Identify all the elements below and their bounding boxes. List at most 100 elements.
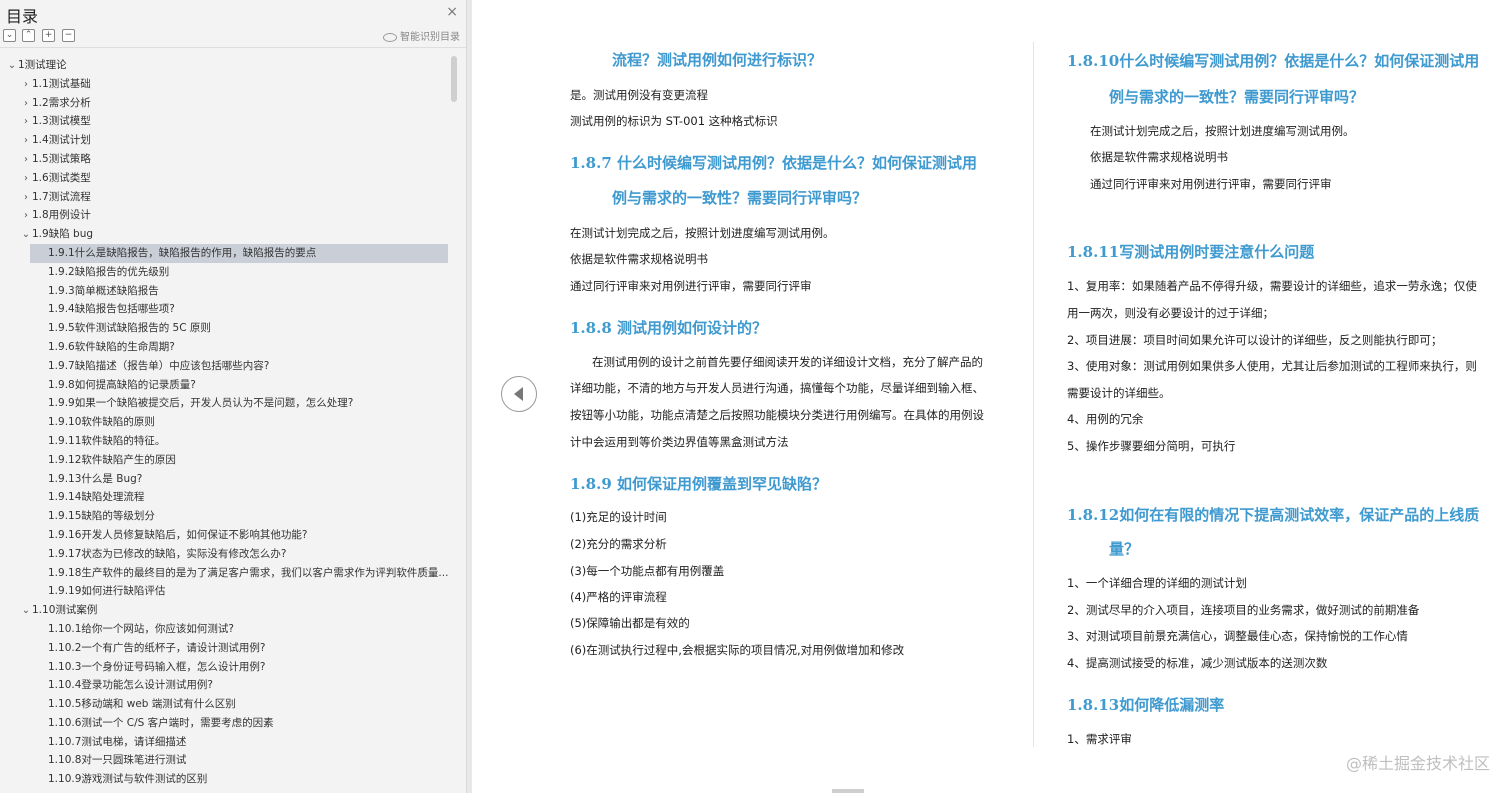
toc-item[interactable]: 1.10.2一个有广告的纸杯子，请设计测试用例? (0, 639, 450, 658)
toc-section[interactable]: › 1.5测试策略 (0, 150, 450, 169)
left-arrow-icon (514, 387, 523, 401)
toc-section[interactable]: › 1.6测试类型 (0, 169, 450, 188)
toc-item[interactable]: 1.9.14缺陷处理流程 (0, 488, 450, 507)
add-bookmark-icon[interactable]: + (42, 29, 55, 42)
toc-item[interactable]: 1.9.19如何进行缺陷评估 (0, 582, 450, 601)
toc-item-label: 1.9.7缺陷描述（报告单）中应该包括哪些内容? (48, 359, 270, 372)
close-icon[interactable]: × (446, 4, 458, 20)
toc-tree: ⌄ 1测试理论 › 1.1测试基础 › 1.2需求分析 › 1.3测试模型 › 1.4测试计划 › 1… (0, 56, 450, 789)
toc-item[interactable]: 1.10.6测试一个 C/S 客户端时，需要考虑的因素 (0, 714, 450, 733)
toc-item-label: 1.10测试案例 (32, 604, 98, 617)
chevron-right-icon[interactable]: › (20, 170, 32, 188)
toc-item-label: 1.9.19如何进行缺陷评估 (48, 585, 166, 598)
paragraph: 5、操作步骤要细分简明，可执行 (1067, 439, 1236, 453)
toc-item-label: 1.1测试基础 (32, 77, 91, 90)
toc-section[interactable]: › 1.1测试基础 (0, 75, 450, 94)
paragraph: 4、提高测试接受的标准，减少测试版本的送测次数 (1067, 656, 1328, 670)
toc-item-label: 1.7测试流程 (32, 190, 91, 203)
toc-item[interactable]: 1.10.5移动端和 web 端测试有什么区别 (0, 695, 450, 714)
previous-page-button[interactable] (501, 376, 537, 412)
toc-item-label: 1.4测试计划 (32, 134, 91, 147)
paragraph: 4、用例的冗余 (1067, 412, 1144, 426)
toc-section[interactable]: ⌄ 1.9缺陷 bug (0, 225, 450, 244)
paragraph: 在测试计划完成之后，按照计划进度编写测试用例。 (1090, 124, 1355, 138)
toc-item[interactable]: 1.9.2缺陷报告的优先级别 (0, 263, 450, 282)
expand-up-icon[interactable]: ⌃ (22, 29, 35, 42)
smart-toc-label: 智能识别目录 (400, 32, 460, 43)
toc-item-label: 1.9.16开发人员修复缺陷后，如何保证不影响其他功能? (48, 528, 308, 541)
chevron-right-icon[interactable]: › (20, 76, 32, 94)
toc-item-label: 1.10.5移动端和 web 端测试有什么区别 (48, 698, 236, 711)
watermark: @稀土掘金技术社区 (1345, 754, 1490, 773)
paragraph: 3、对测试项目前景充满信心，调整最佳心态，保持愉悦的工作心情 (1067, 629, 1408, 643)
toc-item-label: 1.9.9如果一个缺陷被提交后，开发人员认为不是问题，怎么处理? (48, 397, 354, 410)
chevron-right-icon[interactable]: › (20, 95, 32, 113)
collapse-all-icon[interactable]: ⌄ (3, 29, 16, 42)
toc-item-label: 1.10.6测试一个 C/S 客户端时，需要考虑的因素 (48, 716, 274, 729)
toc-header: 目录 × (0, 0, 466, 28)
chevron-down-icon[interactable]: ⌄ (20, 602, 32, 620)
heading-1-8-12: 1.8.12如何在有限的情况下提高测试效率，保证产品的上线质 (1067, 506, 1480, 524)
chevron-right-icon[interactable]: › (20, 189, 32, 207)
toc-section[interactable]: ⌄ 1测试理论 (0, 56, 450, 75)
toc-item-label: 1.6测试类型 (32, 171, 91, 184)
toc-item[interactable]: 1.9.12软件缺陷产生的原因 (0, 451, 450, 470)
toc-section[interactable]: › 1.7测试流程 (0, 188, 450, 207)
list-item: (2)充分的需求分析 (570, 537, 667, 551)
toc-item[interactable]: 1.10.8对一只圆珠笔进行测试 (0, 751, 450, 770)
toc-item[interactable]: 1.9.3简单概述缺陷报告 (0, 282, 450, 301)
smart-toc-button[interactable]: 智能识别目录 (383, 28, 460, 43)
toc-item[interactable]: 1.10.7测试电梯，请详细描述 (0, 733, 450, 752)
toc-section[interactable]: › 1.4测试计划 (0, 131, 450, 150)
chevron-down-icon[interactable]: ⌄ (6, 57, 18, 75)
toc-item[interactable]: 1.10.1给你一个网站，你应该如何测试? (0, 620, 450, 639)
paragraph: 2、项目进展：项目时间如果允许可以设计的详细些，反之则能执行即可； (1067, 333, 1443, 347)
chevron-right-icon[interactable]: › (20, 207, 32, 225)
paragraph: 通过同行评审来对用例进行评审，需要同行评审 (1090, 177, 1332, 191)
toc-item[interactable]: 1.10.3一个身份证号码输入框，怎么设计用例? (0, 658, 450, 677)
toc-item-label: 1.10.2一个有广告的纸杯子，请设计测试用例? (48, 641, 266, 654)
toc-section[interactable]: › 1.3测试模型 (0, 112, 450, 131)
toc-item[interactable]: 1.9.13什么是 Bug? (0, 470, 450, 489)
toc-section[interactable]: ⌄ 1.10测试案例 (0, 601, 450, 620)
toc-section[interactable]: › 1.2需求分析 (0, 94, 450, 113)
toc-scrollbar[interactable] (451, 56, 457, 102)
toc-item[interactable]: 1.9.4缺陷报告包括哪些项? (0, 300, 450, 319)
toc-item-label: 1.10.4登录功能怎么设计测试用例? (48, 679, 213, 692)
toc-item-label: 1.9.12软件缺陷产生的原因 (48, 453, 176, 466)
toc-section[interactable]: › 1.8用例设计 (0, 206, 450, 225)
toc-item[interactable]: 1.9.11软件缺陷的特征。 (0, 432, 450, 451)
toc-item-label: 1.10.7测试电梯，请详细描述 (48, 735, 187, 748)
paragraph: 依据是软件需求规格说明书 (570, 252, 708, 266)
toc-item-label: 1.9.13什么是 Bug? (48, 472, 143, 485)
chevron-down-icon[interactable]: ⌄ (20, 226, 32, 244)
toc-item[interactable]: 1.9.18生产软件的最终目的是为了满足客户需求，我们以客户需求作为评判软件质量… (0, 564, 450, 583)
toc-item-label: 1.10.8对一只圆珠笔进行测试 (48, 754, 187, 767)
chevron-right-icon[interactable]: › (20, 151, 32, 169)
toc-item[interactable]: 1.10.9游戏测试与软件测试的区别 (0, 770, 450, 789)
toc-item-label: 1.9.1什么是缺陷报告，缺陷报告的作用，缺陷报告的要点 (48, 246, 317, 259)
toc-item-label: 1.3测试模型 (32, 115, 91, 128)
toc-item[interactable]: 1.9.10软件缺陷的原则 (0, 413, 450, 432)
heading-1-8-11: 1.8.11写测试用例时要注意什么问题 (1067, 243, 1315, 261)
toc-item-label: 1.2需求分析 (32, 96, 91, 109)
toc-item[interactable]: 1.10.4登录功能怎么设计测试用例? (0, 676, 450, 695)
toc-item[interactable]: 1.9.16开发人员修复缺陷后，如何保证不影响其他功能? (0, 526, 450, 545)
toc-item[interactable]: 1.9.9如果一个缺陷被提交后，开发人员认为不是问题，怎么处理? (0, 394, 450, 413)
column-divider (1033, 42, 1034, 747)
toc-item[interactable]: 1.9.7缺陷描述（报告单）中应该包括哪些内容? (0, 357, 450, 376)
toc-item[interactable]: 1.9.6软件缺陷的生命周期? (0, 338, 450, 357)
chevron-right-icon[interactable]: › (20, 113, 32, 131)
remove-bookmark-icon[interactable]: − (62, 29, 75, 42)
toc-item-label: 1.9.2缺陷报告的优先级别 (48, 265, 170, 278)
toc-item[interactable]: 1.9.1什么是缺陷报告，缺陷报告的作用，缺陷报告的要点 (30, 243, 448, 263)
toc-item[interactable]: 1.9.8如何提高缺陷的记录质量? (0, 376, 450, 395)
toc-item-label: 1.9.17状态为已修改的缺陷，实际没有修改怎么办? (48, 547, 287, 560)
toc-item[interactable]: 1.9.5软件测试缺陷报告的 5C 原则 (0, 319, 450, 338)
toc-item[interactable]: 1.9.15缺陷的等级划分 (0, 507, 450, 526)
paragraph: 需要设计的详细些。 (1067, 386, 1171, 400)
page-scroll-indicator[interactable] (832, 789, 864, 793)
toc-item[interactable]: 1.9.17状态为已修改的缺陷，实际没有修改怎么办? (0, 545, 450, 564)
eye-icon (383, 32, 397, 42)
chevron-right-icon[interactable]: › (20, 132, 32, 150)
